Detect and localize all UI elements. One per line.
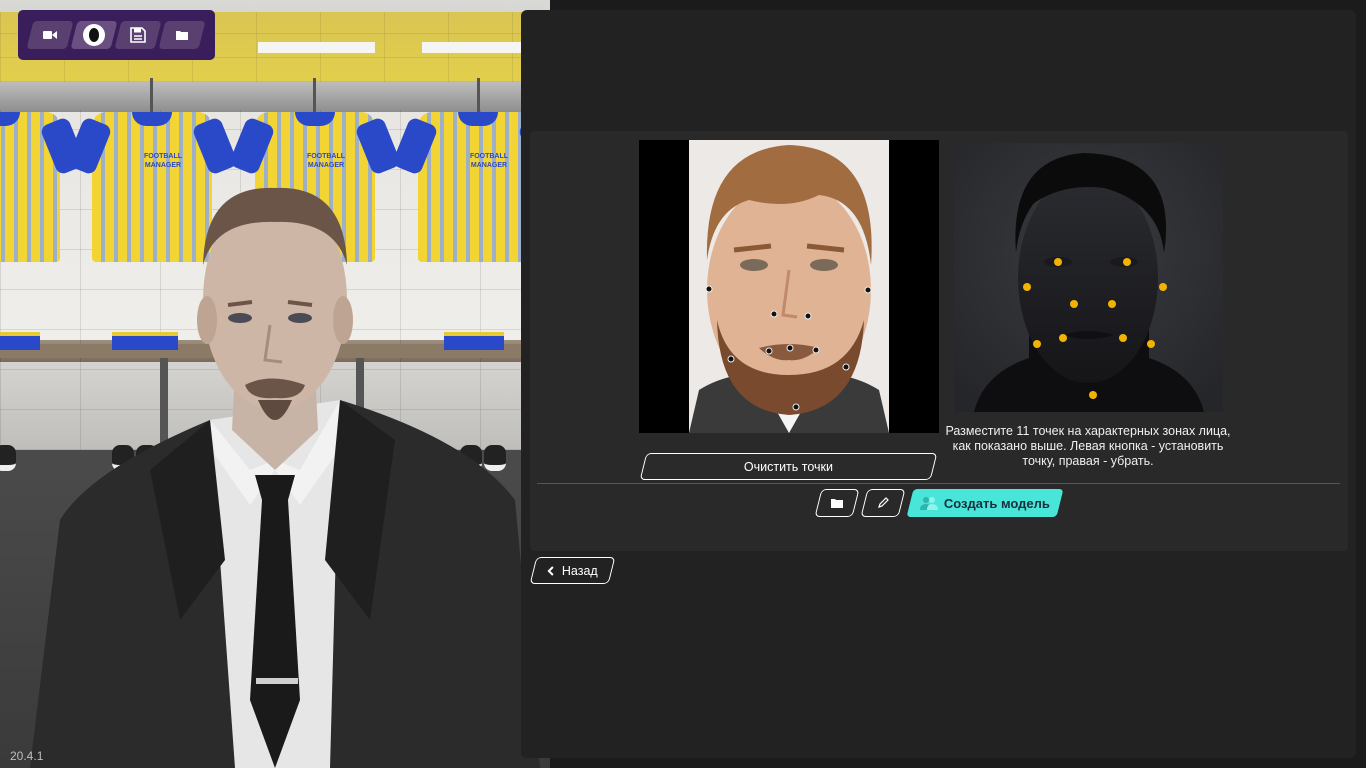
avatar-scene: FOOTBALL MANAGER FOOTBALL MANAGER FOOTBALL… [0, 0, 550, 768]
floppy-disk-icon [130, 27, 146, 43]
guide-point [1023, 283, 1031, 291]
top-toolbar [18, 10, 215, 60]
guide-point [1123, 258, 1131, 266]
guide-point [1054, 258, 1062, 266]
folder-icon [176, 31, 188, 40]
head-silhouette-icon [83, 24, 105, 46]
create-model-button[interactable]: Создать модель [906, 489, 1064, 517]
face-photo-image [689, 140, 889, 433]
divider [537, 483, 1340, 484]
face-point [864, 286, 872, 294]
clear-points-button[interactable]: Очистить точки [639, 453, 938, 480]
guide-point [1070, 300, 1078, 308]
manager-avatar [30, 187, 540, 768]
face-point [770, 310, 778, 318]
pencil-icon [878, 497, 889, 508]
face-point [786, 344, 794, 352]
edit-button[interactable] [860, 489, 906, 517]
face-point [842, 363, 850, 371]
create-model-label: Создать модель [943, 495, 1051, 511]
open-folder-button[interactable] [158, 21, 206, 49]
guide-point [1108, 300, 1116, 308]
folder-icon [831, 499, 843, 508]
face-point [727, 355, 735, 363]
face-button[interactable] [70, 21, 118, 49]
save-button[interactable] [114, 21, 162, 49]
users-icon [919, 497, 938, 510]
instructions-text: Разместите 11 точек на характерных зонах… [945, 424, 1231, 468]
load-photo-button[interactable] [814, 489, 860, 517]
uploaded-face-photo[interactable] [689, 140, 889, 433]
back-label: Назад [562, 563, 598, 578]
back-button[interactable]: Назад [529, 557, 616, 584]
guide-point [1119, 334, 1127, 342]
guide-point [1147, 340, 1155, 348]
guide-point [1159, 283, 1167, 291]
face-point [705, 285, 713, 293]
face-point [812, 346, 820, 354]
chevron-left-icon [547, 565, 554, 576]
guide-point [1089, 391, 1097, 399]
reference-head-image [954, 143, 1223, 412]
guide-point [1033, 340, 1041, 348]
clear-points-label: Очистить точки [743, 459, 834, 474]
guide-point [1059, 334, 1067, 342]
video-camera-icon [43, 31, 57, 39]
face-point [765, 347, 773, 355]
reference-head-guide [954, 143, 1223, 412]
version-label: 20.4.1 [10, 749, 44, 763]
face-point [804, 312, 812, 320]
camera-button[interactable] [26, 21, 74, 49]
face-point [792, 403, 800, 411]
